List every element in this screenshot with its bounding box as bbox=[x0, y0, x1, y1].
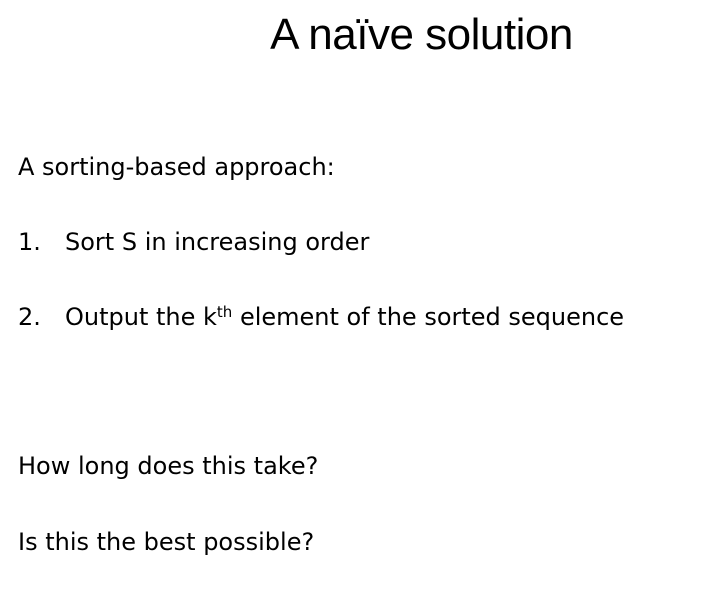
slide-title: A naïve solution bbox=[270, 10, 573, 59]
question-2: Is this the best possible? bbox=[18, 528, 315, 556]
question-1: How long does this take? bbox=[18, 452, 319, 480]
intro-text: A sorting-based approach: bbox=[18, 153, 335, 181]
step-2: 2. Output the kth element of the sorted s… bbox=[18, 303, 624, 331]
step-1: 1. Sort S in increasing order bbox=[18, 228, 369, 256]
step-1-text: Sort S in increasing order bbox=[65, 228, 370, 256]
step-2-text-before: Output the k bbox=[65, 303, 217, 331]
step-2-superscript: th bbox=[216, 302, 233, 321]
step-2-number: 2. bbox=[18, 303, 41, 331]
step-1-number: 1. bbox=[18, 228, 41, 256]
step-2-text-after: element of the sorted sequence bbox=[232, 303, 625, 331]
